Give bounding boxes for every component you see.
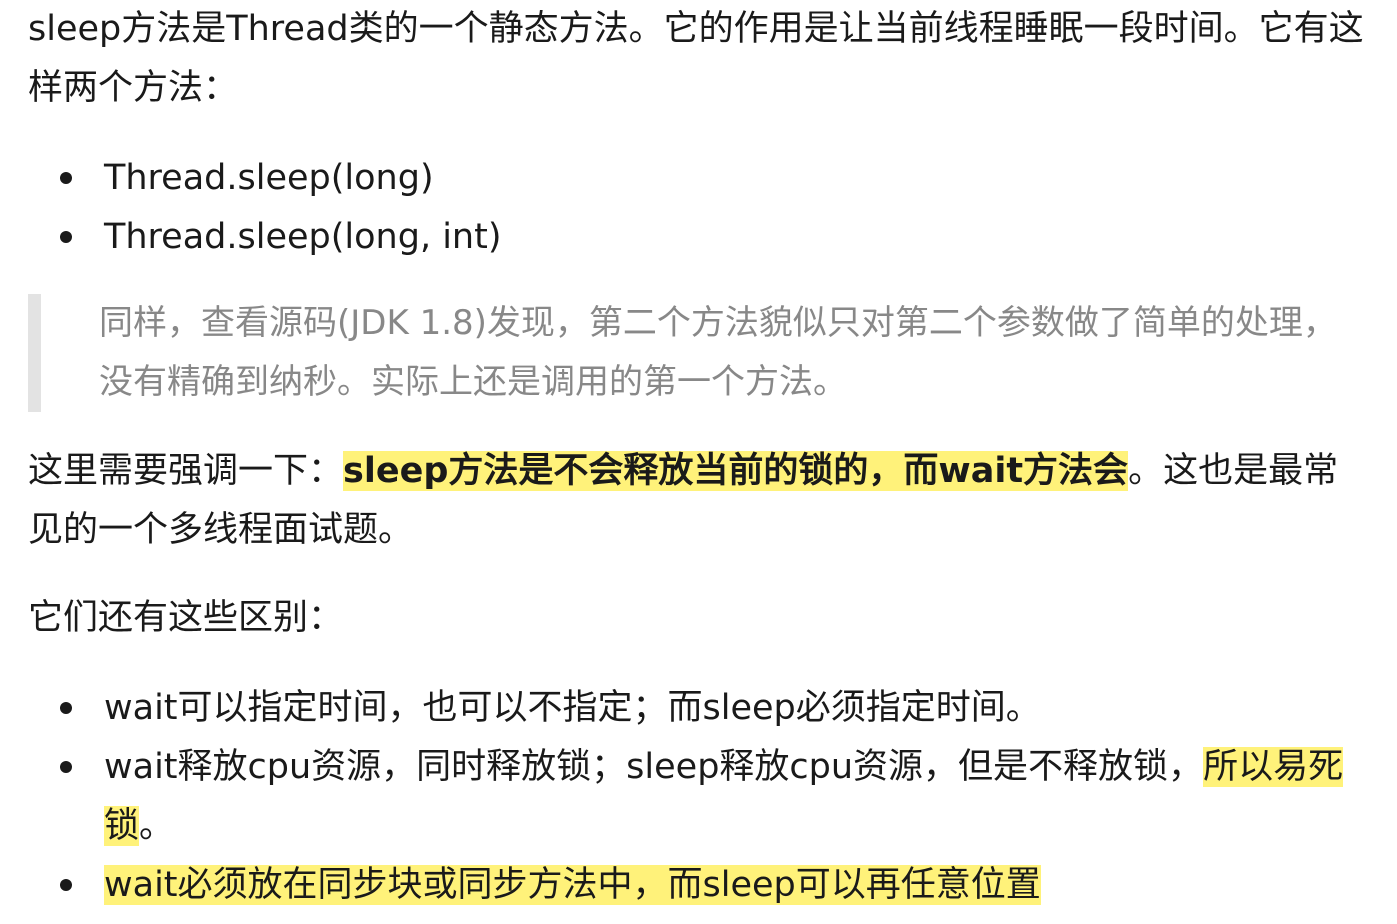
highlighted-text: wait必须放在同步块或同步方法中，而sleep可以再任意位置 (104, 865, 1041, 905)
list-item: Thread.sleep(long, int) (28, 208, 1367, 267)
method-signature: Thread.sleep(long, int) (104, 217, 502, 257)
differences-intro: 它们还有这些区别： (28, 598, 344, 638)
method-signature: Thread.sleep(long) (104, 158, 434, 198)
bullet-icon (60, 172, 72, 184)
emphasis-paragraph: 这里需要强调一下：sleep方法是不会释放当前的锁的，而wait方法会。这也是最… (28, 442, 1367, 560)
bullet-icon (60, 761, 72, 773)
emphasis-prefix: 这里需要强调一下： (28, 451, 344, 491)
article-content: sleep方法是Thread类的一个静态方法。它的作用是让当前线程睡眠一段时间。… (0, 0, 1397, 924)
list-item: Thread.sleep(long) (28, 149, 1367, 208)
bullet-icon (60, 231, 72, 243)
highlighted-key-point: sleep方法是不会释放当前的锁的，而wait方法会 (343, 451, 1129, 491)
difference-text: wait可以指定时间，也可以不指定；而sleep必须指定时间。 (104, 688, 1041, 728)
bullet-icon (60, 879, 72, 891)
differences-list: wait可以指定时间，也可以不指定；而sleep必须指定时间。 wait释放cp… (28, 679, 1367, 915)
difference-suffix: 。 (139, 806, 175, 846)
list-item: wait释放cpu资源，同时释放锁；sleep释放cpu资源，但是不释放锁，所以… (28, 738, 1367, 856)
bullet-icon (60, 702, 72, 714)
methods-list: Thread.sleep(long) Thread.sleep(long, in… (28, 149, 1367, 267)
list-item: wait必须放在同步块或同步方法中，而sleep可以再任意位置 (28, 856, 1367, 915)
list-item: wait可以指定时间，也可以不指定；而sleep必须指定时间。 (28, 679, 1367, 738)
note-blockquote: 同样，查看源码(JDK 1.8)发现，第二个方法貌似只对第二个参数做了简单的处理… (28, 294, 1367, 412)
intro-paragraph: sleep方法是Thread类的一个静态方法。它的作用是让当前线程睡眠一段时间。… (28, 9, 1364, 108)
difference-text: wait释放cpu资源，同时释放锁；sleep释放cpu资源，但是不释放锁， (104, 747, 1204, 787)
